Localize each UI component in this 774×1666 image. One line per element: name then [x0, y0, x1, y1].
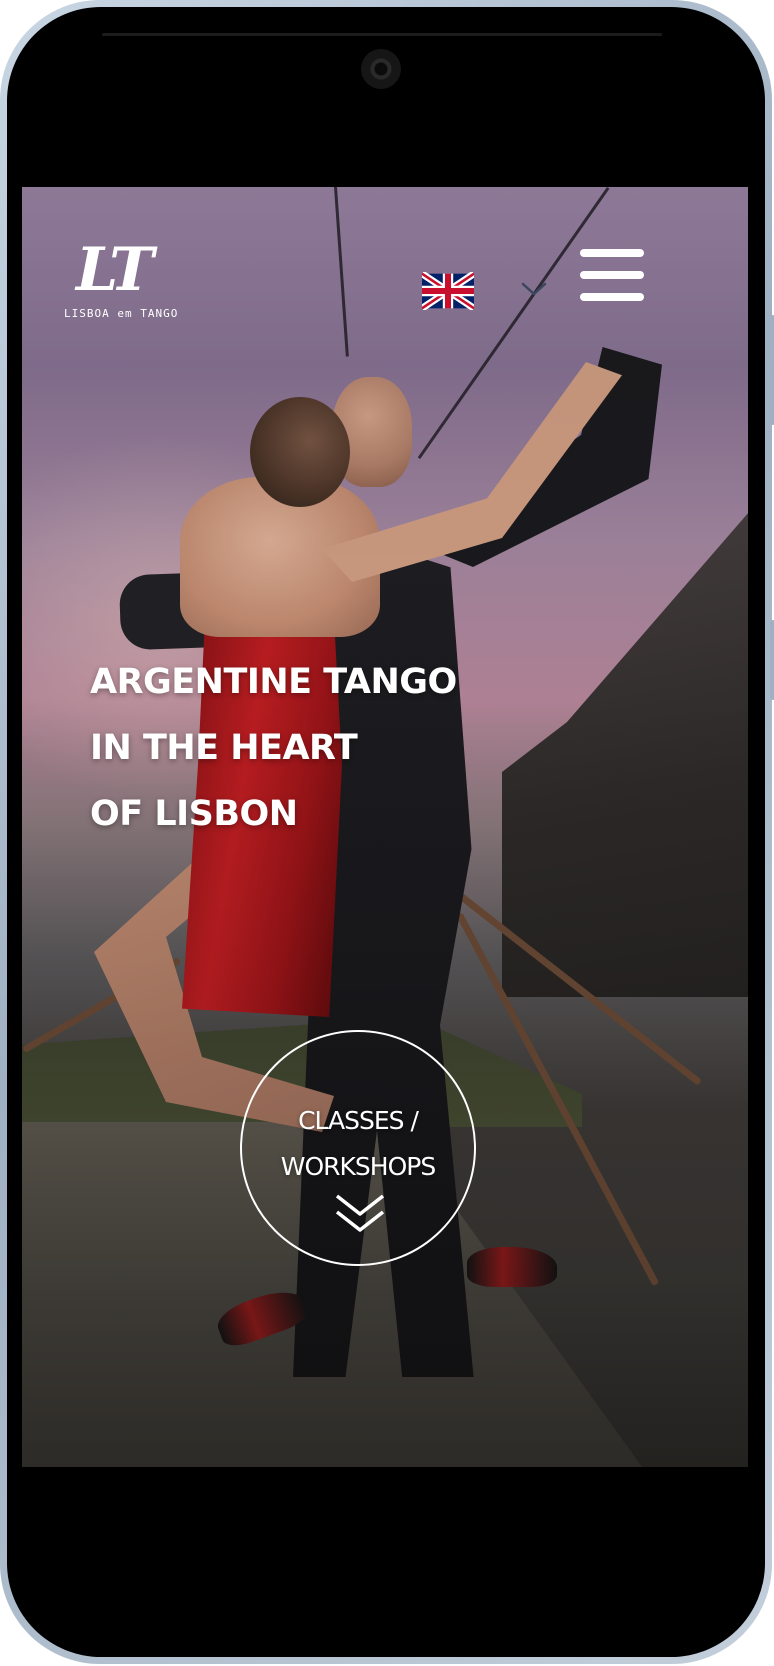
headline-line-1: ARGENTINE TANGO	[90, 662, 457, 702]
menu-bar	[580, 293, 644, 301]
menu-bar	[580, 249, 644, 257]
earpiece-speaker	[102, 33, 662, 36]
chevron-down-icon[interactable]	[520, 281, 548, 297]
logo-tagline: LISBOA em TANGO	[64, 307, 179, 320]
site-logo[interactable]: LT LISBOA em TANGO	[64, 235, 177, 330]
headline-line-2: IN THE HEART	[90, 728, 358, 768]
cta-label: CLASSES / WORKSHOPS	[242, 1098, 474, 1190]
volume-button	[770, 315, 774, 425]
double-chevron-down-icon	[335, 1194, 385, 1232]
phone-frame: LT LISBOA em TANGO ARGENTINE TANGO IN TH…	[0, 0, 774, 1664]
hero-headline: ARGENTINE TANGO IN THE HEART OF LISBON	[90, 649, 610, 847]
power-button	[770, 620, 774, 700]
classes-workshops-button[interactable]: CLASSES / WORKSHOPS	[240, 1030, 476, 1266]
hero-section: LT LISBOA em TANGO ARGENTINE TANGO IN TH…	[22, 187, 748, 1467]
cta-label-line-1: CLASSES /	[298, 1106, 419, 1135]
uk-flag-icon[interactable]	[422, 272, 474, 310]
cta-label-line-2: WORKSHOPS	[280, 1152, 436, 1181]
headline-line-3: OF LISBON	[90, 794, 298, 834]
menu-bar	[580, 271, 644, 279]
front-camera-icon	[361, 49, 401, 89]
logo-monogram: LT	[76, 235, 154, 305]
hamburger-menu-icon[interactable]	[580, 247, 646, 303]
